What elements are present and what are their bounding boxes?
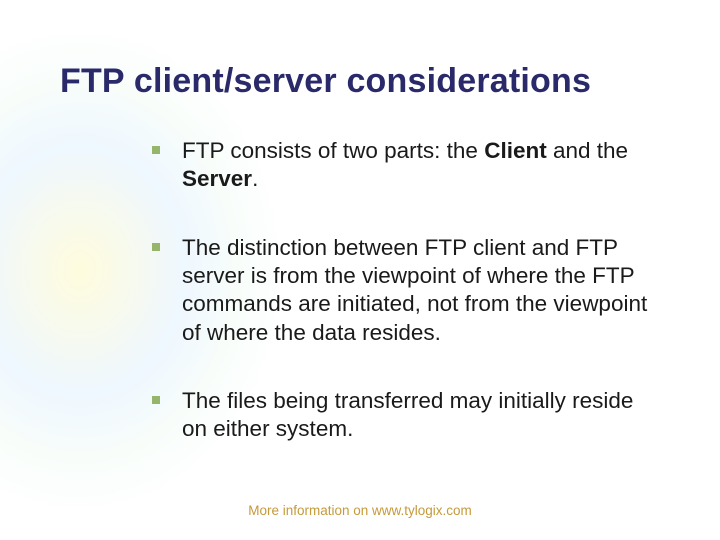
bullet-text: The files being transferred may initiall… bbox=[182, 387, 652, 444]
list-item: The files being transferred may initiall… bbox=[152, 387, 652, 444]
text-fragment: . bbox=[252, 166, 258, 191]
bullet-icon bbox=[152, 146, 160, 154]
bold-text: Server bbox=[182, 166, 252, 191]
bullet-icon bbox=[152, 396, 160, 404]
bullet-list: FTP consists of two parts: the Client an… bbox=[152, 137, 652, 444]
list-item: FTP consists of two parts: the Client an… bbox=[152, 137, 652, 194]
bullet-text: The distinction between FTP client and F… bbox=[182, 234, 652, 347]
bold-text: Client bbox=[484, 138, 547, 163]
list-item: The distinction between FTP client and F… bbox=[152, 234, 652, 347]
text-fragment: and the bbox=[547, 138, 628, 163]
bullet-icon bbox=[152, 243, 160, 251]
text-fragment: FTP consists of two parts: the bbox=[182, 138, 484, 163]
bullet-text: FTP consists of two parts: the Client an… bbox=[182, 137, 652, 194]
slide: FTP client/server considerations FTP con… bbox=[0, 0, 720, 540]
slide-title: FTP client/server considerations bbox=[60, 62, 672, 101]
